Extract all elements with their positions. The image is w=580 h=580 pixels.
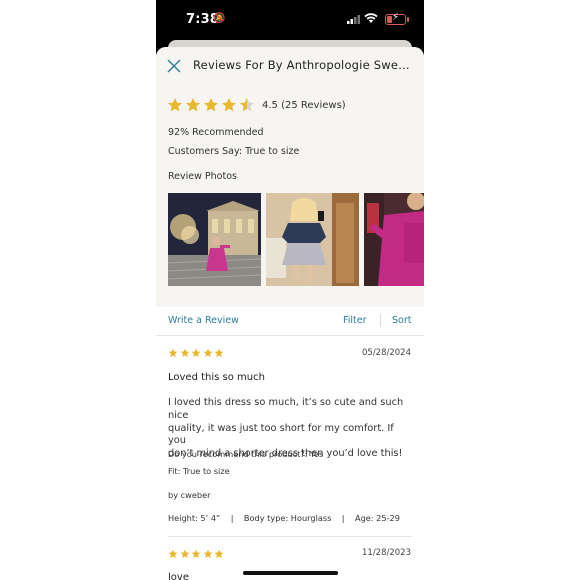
star-icon — [180, 549, 189, 558]
star-icon — [204, 98, 218, 112]
star-icon — [222, 98, 236, 112]
star-icon — [180, 348, 189, 357]
review-recommend: Do you recommend this product?: Yes — [168, 449, 324, 459]
star-icon — [168, 98, 182, 112]
review-photo[interactable] — [168, 193, 261, 286]
rating-count: 4.5 (25 Reviews) — [262, 100, 346, 111]
sheet-header: Reviews For By Anthropologie Sweater... — [156, 47, 424, 86]
close-icon[interactable] — [167, 59, 181, 73]
review-attributes: Height: 5’ 4” | Body type: Hourglass | A… — [168, 513, 400, 523]
review-photo[interactable] — [266, 193, 359, 286]
review-author: by cweber — [168, 490, 211, 500]
star-icon — [214, 549, 224, 558]
battery-icon: ⚡ — [385, 12, 409, 25]
wifi-icon — [364, 13, 378, 23]
rating-summary: 4.5 (25 Reviews) 92% Recommended Custome… — [156, 85, 424, 307]
actions-divider — [380, 314, 381, 327]
star-icon — [186, 98, 200, 112]
review-stars — [168, 348, 224, 358]
review-photos-label: Review Photos — [168, 171, 237, 182]
review-title: love — [168, 572, 189, 580]
review-date: 05/28/2024 — [362, 348, 411, 358]
review-body-line: I loved this dress so much, it’s so cute… — [168, 397, 404, 421]
customers-say: Customers Say: True to size — [168, 146, 300, 157]
star-icon — [191, 549, 201, 558]
review-stars — [168, 549, 224, 559]
review-body-line: quality, it was just too short for my co… — [168, 422, 394, 447]
status-bar: 7:38 🔕 ⚡ — [156, 0, 424, 40]
review-actions-bar: Write a Review Filter Sort — [156, 307, 424, 336]
write-review-link[interactable]: Write a Review — [168, 315, 239, 326]
bell-muted-icon: 🔕 — [213, 13, 226, 24]
signal-icon — [347, 15, 360, 24]
filter-button[interactable]: Filter — [343, 315, 367, 326]
half-star-icon — [240, 98, 254, 112]
review-date: 11/28/2023 — [362, 548, 411, 558]
star-icon — [191, 348, 201, 357]
phone-screen: 7:38 🔕 ⚡ Reviews For By Anthropologie Sw… — [156, 0, 424, 580]
rating-stars — [167, 97, 255, 113]
star-icon — [168, 549, 178, 558]
review-item: 05/28/2024 Loved this so much I loved th… — [156, 335, 424, 535]
review-photo[interactable] — [364, 193, 424, 286]
reviews-sheet: Reviews For By Anthropologie Sweater... … — [156, 47, 424, 580]
sheet-title: Reviews For By Anthropologie Sweater... — [193, 58, 415, 72]
home-indicator[interactable] — [243, 571, 338, 575]
star-icon — [203, 549, 212, 558]
star-icon — [214, 348, 224, 357]
review-fit: Fit: True to size — [168, 466, 230, 476]
star-icon — [203, 348, 212, 357]
recommended-percent: 92% Recommended — [168, 127, 264, 138]
review-title: Loved this so much — [168, 372, 265, 383]
sort-button[interactable]: Sort — [392, 315, 411, 326]
star-icon — [168, 348, 178, 357]
